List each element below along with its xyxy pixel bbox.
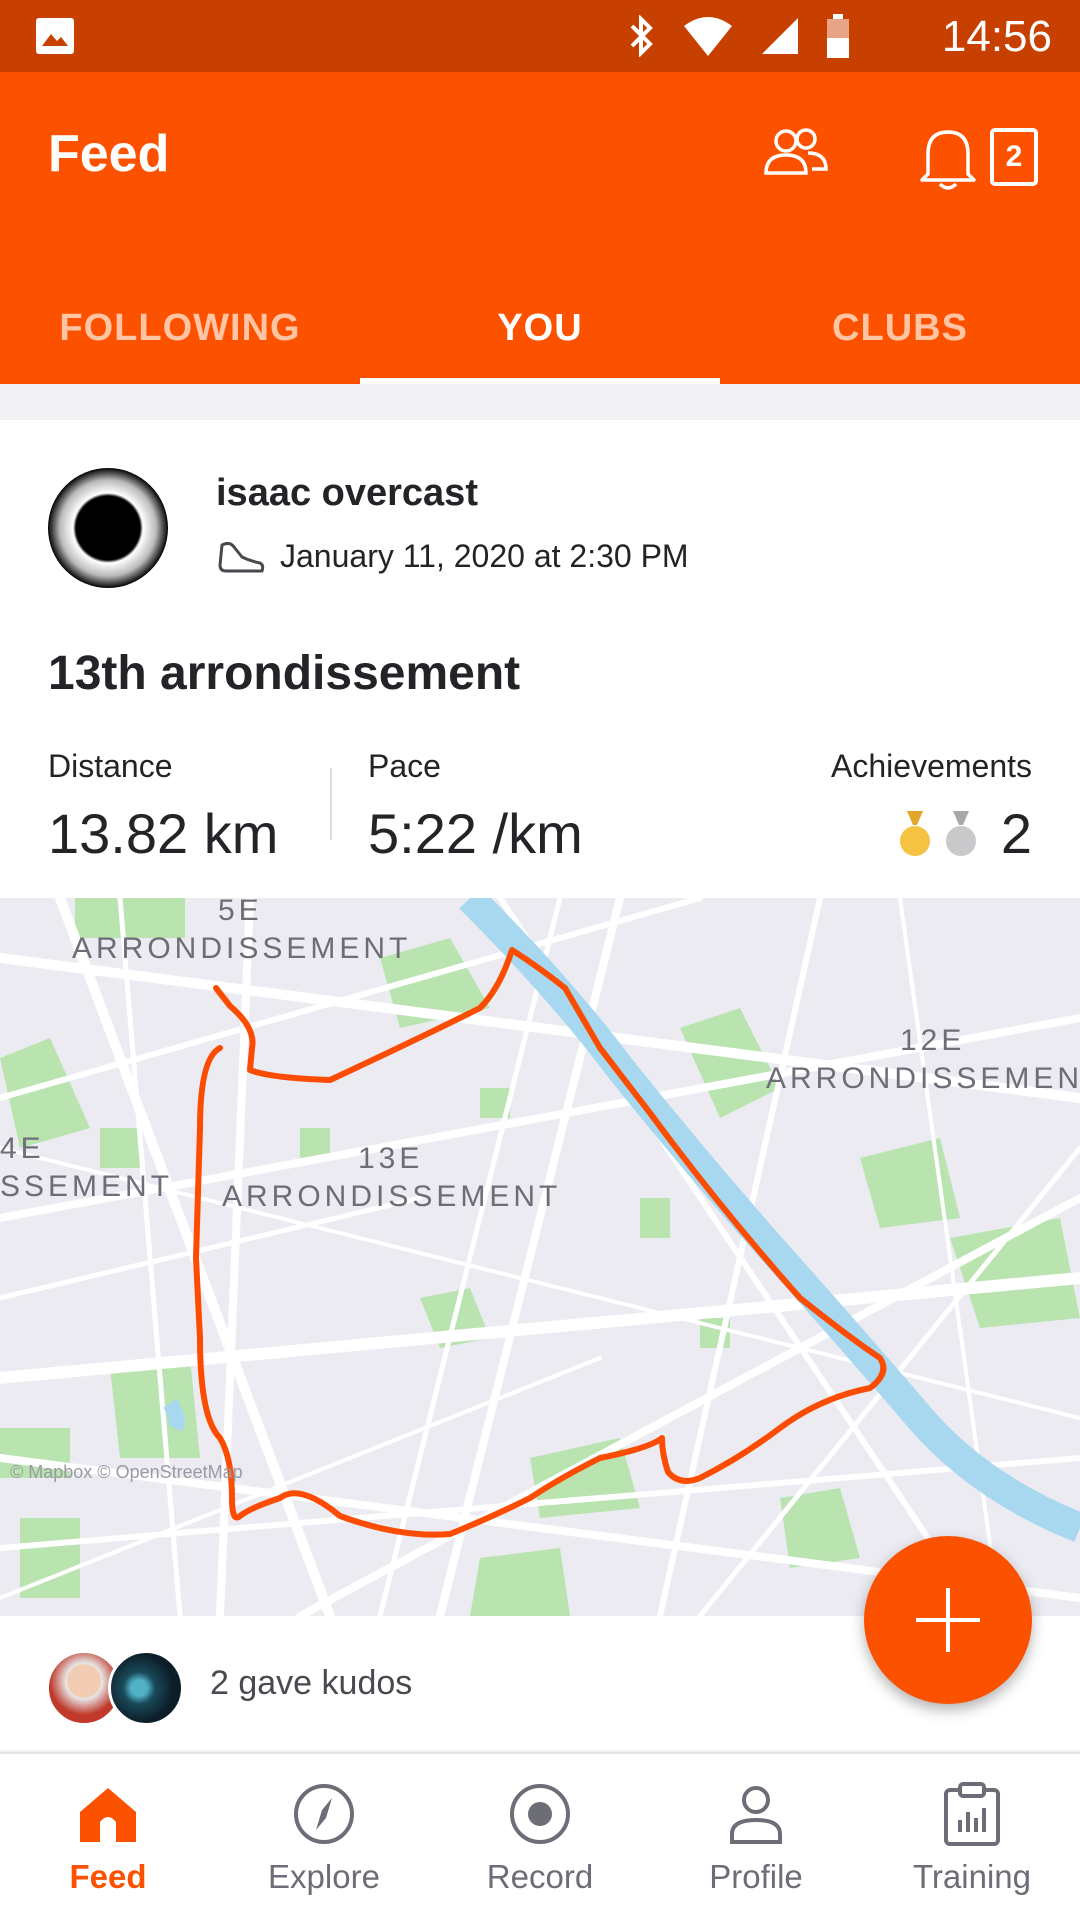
achievements-count: 2 (1000, 802, 1032, 865)
nav-record-label: Record (486, 1858, 594, 1895)
activity-datetime: January 11, 2020 at 2:30 PM (280, 538, 689, 574)
tab-clubs[interactable]: CLUBS (720, 272, 1080, 384)
map-label-13e-name: ARRONDISSEMENT (222, 1180, 561, 1213)
athlete-avatar[interactable] (48, 468, 168, 588)
nav-explore[interactable]: Explore (216, 1754, 432, 1922)
achievements-label: Achievements (831, 748, 1032, 784)
activity-title[interactable]: 13th arrondissement (48, 646, 520, 701)
distance-value: 13.82 km (48, 802, 279, 865)
battery-icon (827, 14, 849, 58)
stat-divider (330, 768, 332, 840)
tab-following[interactable]: FOLLOWING (0, 272, 360, 384)
bell-icon (920, 130, 976, 190)
kudos-text: 2 gave kudos (210, 1664, 413, 1702)
pace-label: Pace (368, 748, 441, 784)
athlete-name[interactable]: isaac overcast (216, 472, 478, 515)
map-attribution: © Mapbox © OpenStreetMap (10, 1462, 243, 1482)
nav-record[interactable]: Record (432, 1754, 648, 1922)
person-icon (730, 1786, 782, 1844)
achievements-stat: Achievements 2 (831, 748, 1032, 866)
map-label-5e-num: 5E (218, 898, 263, 927)
map-label-12e-name: ARRONDISSEMEN (766, 1062, 1080, 1095)
wifi-icon (684, 17, 732, 56)
nav-feed-label: Feed (69, 1858, 147, 1895)
app-bar: Feed 2 FOLLOWING YOU CLUBS (0, 72, 1080, 384)
people-icon (764, 128, 828, 175)
silver-medal-icon (945, 810, 976, 856)
notifications-button[interactable] (918, 126, 978, 197)
feed-tabs: FOLLOWING YOU CLUBS (0, 272, 1080, 384)
nav-explore-label: Explore (268, 1858, 380, 1895)
pace-stat: Pace 5:22 /km (368, 748, 583, 866)
nav-feed[interactable]: Feed (0, 1754, 216, 1922)
compass-icon (294, 1784, 354, 1844)
add-activity-button[interactable] (864, 1536, 1032, 1704)
map-label-14e-name: SSEMENT (0, 1170, 173, 1203)
nav-profile[interactable]: Profile (648, 1754, 864, 1922)
map-label-5e-name: ARRONDISSEMENT (72, 932, 411, 965)
clock: 14:56 (941, 12, 1052, 61)
map-label-13e-num: 13E (358, 1142, 423, 1175)
page-title: Feed (48, 125, 170, 183)
record-icon (510, 1784, 570, 1844)
bottom-nav: Feed Explore Record Profile Training (0, 1752, 1080, 1922)
home-icon (80, 1788, 136, 1842)
map-label-14e-num: 4E (0, 1132, 45, 1165)
kudos-avatar-2 (108, 1650, 184, 1726)
nav-training[interactable]: Training (864, 1754, 1080, 1922)
gallery-notification-icon (36, 18, 74, 54)
cell-signal-icon (762, 18, 798, 54)
find-friends-button[interactable] (760, 127, 830, 184)
clipboard-chart-icon (944, 1782, 1000, 1846)
distance-label: Distance (48, 748, 173, 784)
nav-training-label: Training (913, 1858, 1031, 1895)
shoe-icon (218, 541, 265, 572)
distance-stat: Distance 13.82 km (48, 748, 278, 866)
pace-value: 5:22 /km (368, 802, 583, 865)
activity-meta: January 11, 2020 at 2:30 PM (216, 538, 689, 575)
gold-medal-icon (899, 810, 930, 856)
route-map[interactable]: 5E ARRONDISSEMENT 12E ARRONDISSEMEN 13E … (0, 898, 1080, 1616)
nav-profile-label: Profile (709, 1858, 803, 1895)
map-label-12e-num: 12E (900, 1024, 965, 1057)
notification-badge: 2 (990, 128, 1038, 186)
bluetooth-icon (630, 15, 653, 57)
map-canvas: 5E ARRONDISSEMENT 12E ARRONDISSEMEN 13E … (0, 898, 1080, 1616)
tab-you[interactable]: YOU (360, 272, 720, 384)
status-bar: 14:56 (0, 0, 1080, 72)
